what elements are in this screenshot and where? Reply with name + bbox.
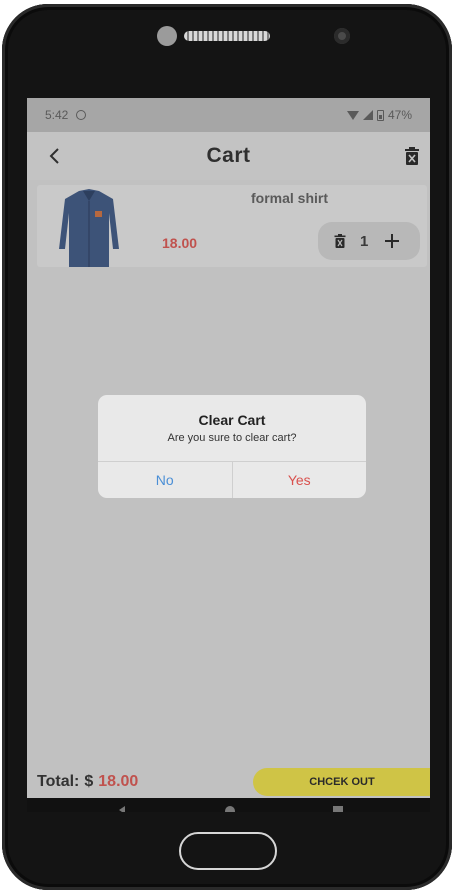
checkout-button[interactable]: CHCEK OUT <box>253 768 430 796</box>
app-bar: Cart <box>27 132 430 180</box>
signal-icon <box>362 110 373 120</box>
dialog-buttons: No Yes <box>98 461 366 498</box>
item-image-shirt <box>59 189 119 267</box>
dialog-no-button[interactable]: No <box>98 462 233 498</box>
wifi-icon <box>346 110 359 120</box>
back-arrow-icon[interactable] <box>45 146 65 166</box>
quantity-stepper: 1 <box>318 222 420 260</box>
nav-recents-icon[interactable] <box>333 806 343 812</box>
dialog-title: Clear Cart <box>198 412 266 428</box>
system-nav-bar <box>27 798 430 812</box>
battery-percent: 47% <box>387 108 412 122</box>
status-bar: 5:42 47% <box>27 98 430 132</box>
status-time: 5:42 <box>45 108 69 122</box>
total-value: 18.00 <box>98 773 139 790</box>
page-title: Cart <box>206 144 251 167</box>
dialog-yes-button[interactable]: Yes <box>233 462 367 498</box>
increase-quantity-plus-icon[interactable] <box>384 233 400 249</box>
proximity-sensor <box>334 28 350 44</box>
front-camera <box>157 26 177 46</box>
clear-cart-trash-icon[interactable] <box>404 147 420 165</box>
quantity-value: 1 <box>360 232 369 250</box>
clear-cart-dialog: Clear Cart Are you sure to clear cart? N… <box>98 395 366 498</box>
battery-icon <box>376 109 384 121</box>
dialog-message: Are you sure to clear cart? <box>167 432 297 444</box>
item-name: formal shirt <box>251 190 329 206</box>
status-indicators: 47% <box>346 108 412 122</box>
total-currency: $ <box>84 773 94 790</box>
app-screen: 5:42 47% Cart formal shirt 18.00 1 Clear… <box>27 98 430 812</box>
nav-back-icon[interactable] <box>119 806 125 812</box>
hardware-home-button[interactable] <box>179 832 277 870</box>
phone-frame: 5:42 47% Cart formal shirt 18.00 1 Clear… <box>2 4 452 890</box>
total-label: Total: <box>37 773 80 790</box>
cart-footer: Total: $ 18.00 CHCEK OUT <box>27 766 430 798</box>
alarm-icon <box>76 110 87 120</box>
nav-home-icon[interactable] <box>225 806 235 812</box>
remove-item-trash-icon[interactable] <box>334 234 346 248</box>
cart-item: formal shirt 18.00 1 <box>37 185 427 267</box>
earpiece-speaker <box>184 31 270 41</box>
item-price: 18.00 <box>162 235 198 251</box>
